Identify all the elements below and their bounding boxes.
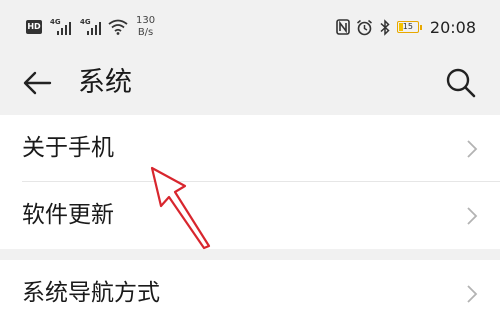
battery-nub: [419, 24, 422, 30]
settings-item-navigation-mode[interactable]: 系统导航方式: [0, 260, 500, 326]
battery-body: 15: [396, 21, 419, 33]
alarm-icon: [356, 19, 372, 35]
search-icon[interactable]: [444, 66, 478, 100]
network-speed-unit: B/s: [137, 27, 154, 38]
back-arrow-icon[interactable]: [20, 66, 54, 100]
hd-badge: HD: [26, 20, 42, 34]
cellular-signal-icon: 4G: [48, 18, 72, 36]
status-right-group: 15 20:08: [336, 14, 476, 40]
chevron-right-icon: [467, 207, 478, 225]
settings-item-software-update[interactable]: 软件更新: [0, 182, 500, 249]
chevron-right-icon: [467, 140, 478, 158]
status-time: 20:08: [429, 17, 476, 37]
signal-bars-icon: [57, 22, 71, 35]
wifi-icon: [108, 19, 128, 35]
settings-item-label: 软件更新: [22, 202, 114, 228]
network-speed-value: 130: [136, 15, 156, 26]
status-left-group: HD 4G 4G 130 B/s: [26, 14, 155, 40]
app-toolbar: 系统: [0, 52, 500, 114]
page-title: 系统: [78, 67, 132, 98]
signal-bars-icon-2: [87, 22, 101, 35]
cellular-signal-icon-2: 4G: [78, 18, 102, 36]
chevron-right-icon: [467, 285, 478, 303]
settings-group-1: 关于手机 软件更新: [0, 115, 500, 249]
bluetooth-icon: [380, 18, 390, 36]
nfc-icon: [336, 19, 350, 35]
settings-item-about-phone[interactable]: 关于手机: [0, 115, 500, 181]
settings-item-label: 系统导航方式: [22, 280, 160, 306]
settings-group-2: 系统导航方式: [0, 260, 500, 326]
network-speed: 130 B/s: [136, 15, 155, 39]
battery-level: 15: [402, 22, 413, 31]
settings-item-label: 关于手机: [22, 135, 114, 161]
status-bar: HD 4G 4G 130 B/s 15 20:08: [0, 0, 500, 52]
battery-icon: 15: [396, 21, 422, 33]
